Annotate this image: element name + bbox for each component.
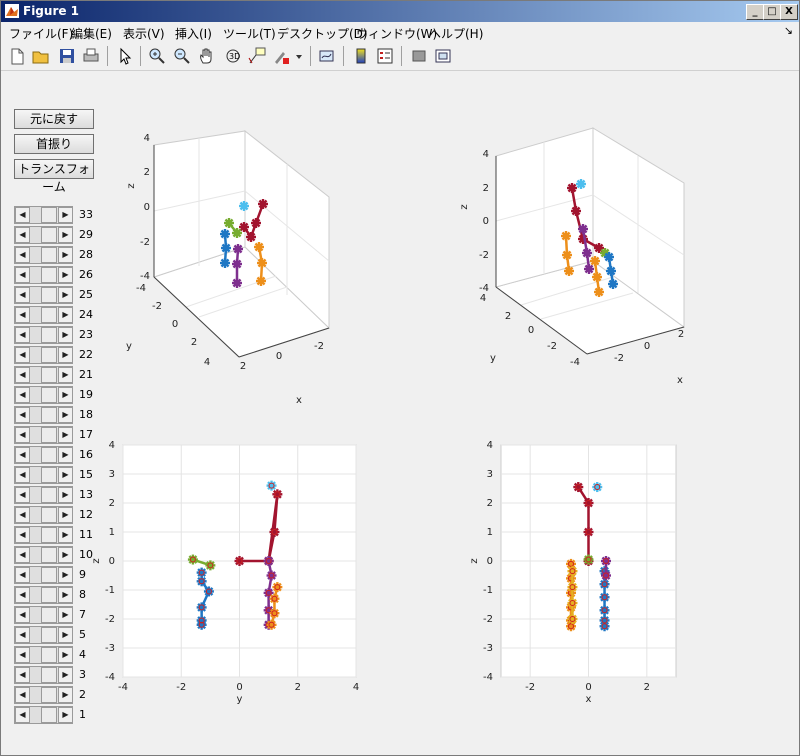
y-tick-label: 0 <box>109 556 115 567</box>
marker-dot <box>569 185 575 191</box>
marker-dot <box>580 226 586 232</box>
y-tick-label: 4 <box>109 440 115 451</box>
marker-dot <box>584 250 590 256</box>
marker-dot <box>578 181 584 187</box>
marker-dot <box>234 230 240 236</box>
y-tick-label: 0 <box>172 319 178 330</box>
y-axis-label: z <box>469 558 480 563</box>
marker-dot <box>234 261 240 267</box>
figure-window: Figure 1 _ □ X ファイル(F) 編集(E) 表示(V) 挿入(I)… <box>0 0 800 756</box>
marker-dot <box>234 280 240 286</box>
marker-dot <box>586 266 592 272</box>
plot-panel-3: -4 -2 0 2 4 4 3 2 1 0 -1 -2 -3 -4 y z <box>91 440 359 705</box>
z-tick-label: 4 <box>483 149 489 160</box>
marker-dot <box>241 224 247 230</box>
marker-dot <box>226 220 232 226</box>
plot-panel-2: 420-2-4420-2-4 -202xyz <box>459 127 686 386</box>
figure-canvas: -4 -2 0 2 443210-1-2-3-4yz-2 0 243210-1-2-3-4x… <box>91 127 686 705</box>
z-tick-label: 0 <box>144 202 150 213</box>
x-tick-label: 2 <box>678 329 684 340</box>
x-tick-label: -2 <box>525 682 535 693</box>
x-tick-label: -2 <box>314 341 324 352</box>
marker-dot <box>222 260 228 266</box>
marker-dot <box>564 252 570 258</box>
marker-dot <box>610 281 616 287</box>
y-tick-label: -3 <box>483 643 493 654</box>
y-tick-label: -2 <box>105 614 115 625</box>
x-tick-label: 0 <box>644 341 650 352</box>
marker-dot <box>253 220 259 226</box>
marker-dot <box>608 268 614 274</box>
z-tick-label: -2 <box>140 237 150 248</box>
z-axis-label: z <box>459 204 470 209</box>
y-tick-label: -2 <box>152 301 162 312</box>
x-tick-label: 0 <box>585 682 591 693</box>
y-tick-label: 2 <box>487 498 493 509</box>
x-axis-label: x <box>586 694 592 705</box>
y-tick-label: 3 <box>109 469 115 480</box>
y-tick-label: -4 <box>105 672 115 683</box>
y-tick-label: 4 <box>480 293 486 304</box>
z-tick-label: 2 <box>144 167 150 178</box>
x-tick-label: 0 <box>236 682 242 693</box>
z-tick-label: -2 <box>479 250 489 261</box>
y-axis-label: z <box>91 558 102 563</box>
y-tick-label: 0 <box>528 325 534 336</box>
y-tick-label: 2 <box>109 498 115 509</box>
z-axis-label: z <box>126 183 137 188</box>
y-tick-label: -1 <box>105 585 115 596</box>
y-tick-label: -4 <box>483 672 493 683</box>
y-tick-label: -4 <box>136 283 146 294</box>
marker-dot <box>566 268 572 274</box>
x-tick-label: 2 <box>644 682 650 693</box>
marker-dot <box>563 233 569 239</box>
x-tick-label: -2 <box>176 682 186 693</box>
marker-dot <box>248 234 254 240</box>
z-tick-label: 2 <box>483 183 489 194</box>
x-tick-label: 4 <box>353 682 359 693</box>
marker-dot <box>260 201 266 207</box>
z-tick-label: -4 <box>140 271 150 282</box>
y-tick-label: -2 <box>483 614 493 625</box>
x-axis-label: x <box>296 395 302 406</box>
marker-dot <box>241 203 247 209</box>
plot-panel-1: 420-2-4-4-2024 20-2xyz <box>126 129 330 406</box>
marker-dot <box>223 245 229 251</box>
y-tick-label: 1 <box>487 527 493 538</box>
y-tick-label: -4 <box>570 357 580 368</box>
marker-dot <box>259 260 265 266</box>
y-tick-label: 2 <box>191 337 197 348</box>
marker-dot <box>222 231 228 237</box>
marker-dot <box>596 289 602 295</box>
y-tick-label: 1 <box>109 527 115 538</box>
z-tick-label: 4 <box>144 133 150 144</box>
x-tick-label: 2 <box>295 682 301 693</box>
x-tick-label: -2 <box>614 353 624 364</box>
x-axis-label: x <box>677 375 683 386</box>
marker-dot <box>256 244 262 250</box>
y-tick-label: -1 <box>483 585 493 596</box>
y-tick-label: 4 <box>487 440 493 451</box>
plot-panel-4: -2 0 2 4 3 2 1 0 -1 -2 -3 -4 x z <box>469 440 677 705</box>
y-tick-label: 4 <box>204 357 210 368</box>
x-tick-label: 2 <box>240 361 246 372</box>
z-tick-label: 0 <box>483 216 489 227</box>
y-axis-label: y <box>126 341 132 352</box>
y-tick-label: -3 <box>105 643 115 654</box>
y-tick-label: 2 <box>505 311 511 322</box>
x-tick-label: -4 <box>118 682 128 693</box>
y-tick-label: 0 <box>487 556 493 567</box>
x-tick-label: 0 <box>276 351 282 362</box>
marker-dot <box>592 258 598 264</box>
y-tick-label: -2 <box>547 341 557 352</box>
y-tick-label: 3 <box>487 469 493 480</box>
marker-dot <box>606 254 612 260</box>
marker-dot <box>258 278 264 284</box>
marker-dot <box>594 274 600 280</box>
x-axis-label: y <box>237 694 243 705</box>
marker-dot <box>235 246 241 252</box>
marker-dot <box>573 208 579 214</box>
y-axis-label: y <box>490 353 496 364</box>
